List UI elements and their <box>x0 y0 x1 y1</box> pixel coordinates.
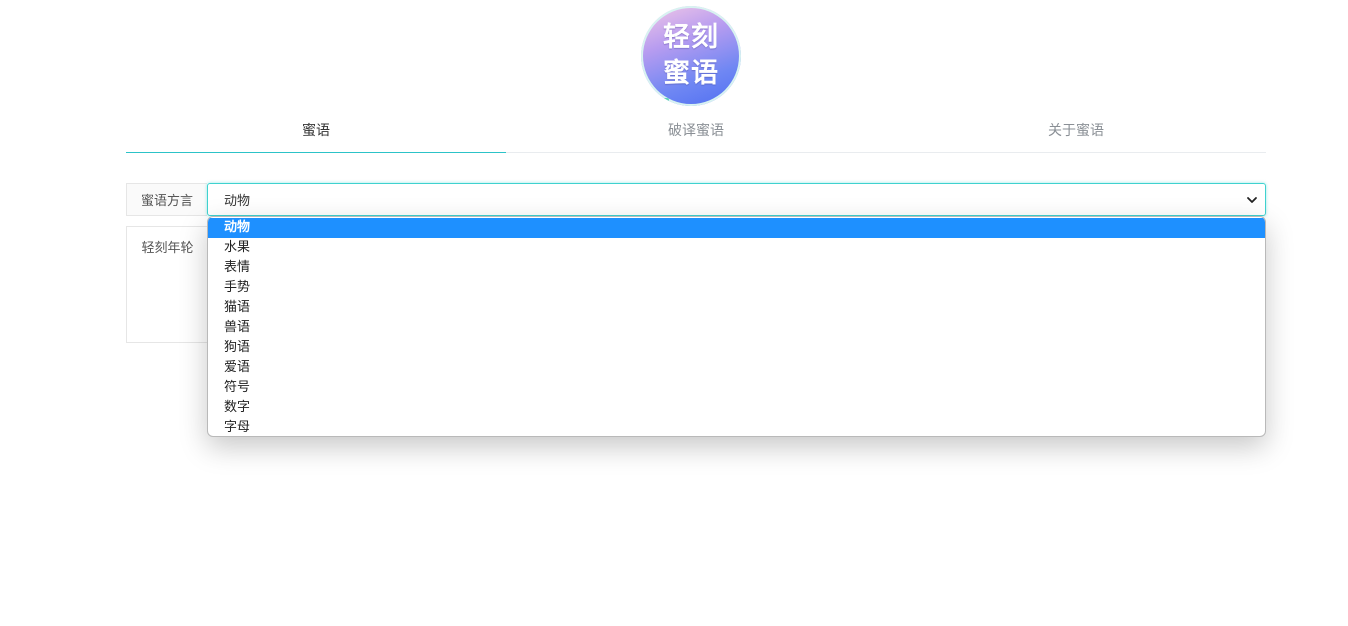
dropdown-option[interactable]: 爱语 <box>208 358 1265 378</box>
tab-miyu[interactable]: 蜜语 <box>126 112 506 153</box>
text-label: 轻刻年轮 <box>141 241 194 256</box>
dropdown-option[interactable]: 手势 <box>208 278 1265 298</box>
tab-about[interactable]: 关于蜜语 <box>886 112 1266 152</box>
dropdown-option[interactable]: 动物 <box>208 218 1265 238</box>
logo-line-2: 蜜语 <box>663 58 719 89</box>
dropdown-option[interactable]: 符号 <box>208 378 1265 398</box>
dropdown-option[interactable]: 表情 <box>208 258 1265 278</box>
chevron-down-icon <box>1247 197 1257 203</box>
logo-line-1: 轻刻 <box>663 22 719 53</box>
dropdown-option[interactable]: 兽语 <box>208 318 1265 338</box>
dropdown-option[interactable]: 猫语 <box>208 298 1265 318</box>
dialect-select-value: 动物 <box>224 194 251 209</box>
tab-bar: 蜜语 破译蜜语 关于蜜语 <box>126 112 1266 153</box>
dialect-select[interactable]: 动物 <box>207 183 1266 216</box>
logo-accent-mark <box>659 98 669 102</box>
app-logo: 轻刻 蜜语 <box>641 6 741 106</box>
dropdown-option[interactable]: 水果 <box>208 238 1265 258</box>
page: 轻刻 蜜语 蜜语 破译蜜语 关于蜜语 蜜语方言 动物 轻刻年轮 动物 水果 表情… <box>0 0 1348 626</box>
dialect-row: 蜜语方言 动物 <box>126 183 1266 216</box>
tab-decode[interactable]: 破译蜜语 <box>506 112 886 152</box>
dropdown-option[interactable]: 数字 <box>208 398 1265 418</box>
dropdown-option[interactable]: 狗语 <box>208 338 1265 358</box>
dialect-dropdown-list: 动物 水果 表情 手势 猫语 兽语 狗语 爱语 符号 数字 字母 <box>207 216 1266 437</box>
dialect-label: 蜜语方言 <box>126 183 207 216</box>
dropdown-option[interactable]: 字母 <box>208 418 1265 436</box>
